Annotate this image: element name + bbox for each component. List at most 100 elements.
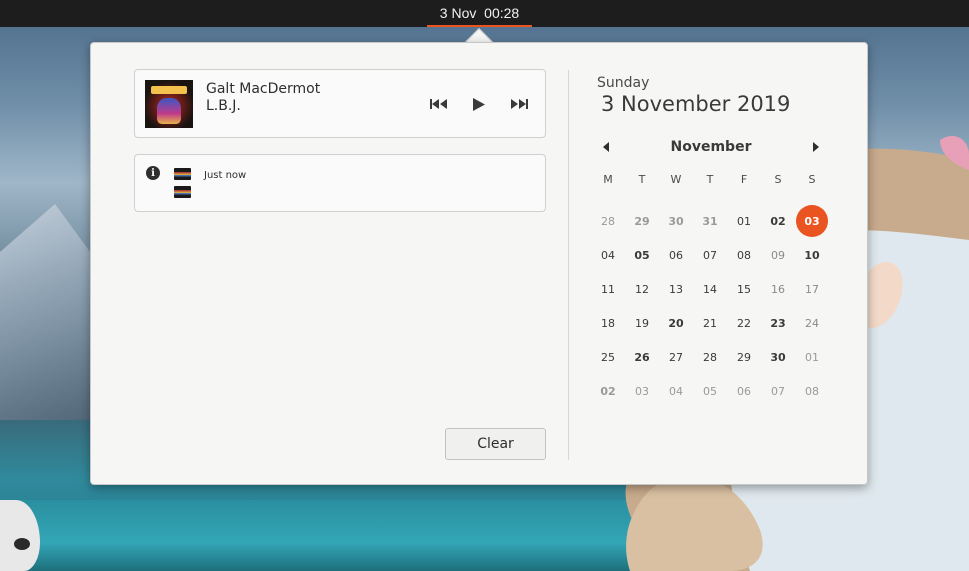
- play-icon: [473, 97, 485, 111]
- calendar-day[interactable]: 19: [625, 306, 659, 340]
- calendar-day[interactable]: 28: [591, 204, 625, 238]
- calendar-day[interactable]: 30: [761, 340, 795, 374]
- calendar-day-number: 13: [669, 282, 683, 296]
- date-menu-popup: Galt MacDermot L.B.J. i Just now Clear S…: [90, 42, 868, 485]
- calendar-day-number: 09: [771, 248, 785, 262]
- clock-gap: [476, 5, 484, 21]
- calendar-day-number: 08: [737, 248, 751, 262]
- calendar-day[interactable]: 22: [727, 306, 761, 340]
- calendar-day[interactable]: 10: [795, 238, 829, 272]
- calendar-day[interactable]: 02: [761, 204, 795, 238]
- media-player-card[interactable]: Galt MacDermot L.B.J.: [134, 69, 546, 138]
- previous-month-button[interactable]: [598, 139, 614, 155]
- calendar-day-today[interactable]: 03: [795, 204, 829, 238]
- calendar-day[interactable]: 14: [693, 272, 727, 306]
- album-art-banner: [151, 86, 187, 94]
- calendar-day-number: 21: [703, 316, 717, 330]
- clear-button[interactable]: Clear: [445, 428, 546, 460]
- skip-next-icon: [511, 99, 528, 109]
- calendar-day[interactable]: 13: [659, 272, 693, 306]
- calendar-day[interactable]: 21: [693, 306, 727, 340]
- calendar-day-number: 25: [601, 350, 615, 364]
- notification-item[interactable]: i Just now: [134, 154, 546, 212]
- calendar-day[interactable]: 08: [795, 374, 829, 408]
- calendar-day[interactable]: 05: [693, 374, 727, 408]
- calendar-day-number: 01: [737, 214, 751, 228]
- month-title: November: [670, 139, 752, 155]
- info-icon: i: [146, 166, 160, 180]
- calendar-day[interactable]: 07: [693, 238, 727, 272]
- calendar-day[interactable]: 16: [761, 272, 795, 306]
- weekday-label: F: [740, 173, 748, 186]
- calendar-day[interactable]: 12: [625, 272, 659, 306]
- calendar-day-number: 12: [635, 282, 649, 296]
- calendar-day-number: 05: [634, 248, 650, 262]
- calendar-day-number: 23: [770, 316, 786, 330]
- calendar-day-number: 30: [770, 350, 786, 364]
- calendar-day-number: 27: [669, 350, 683, 364]
- calendar-day-number: 22: [737, 316, 751, 330]
- calendar-day[interactable]: 17: [795, 272, 829, 306]
- calendar-day[interactable]: 20: [659, 306, 693, 340]
- calendar-day[interactable]: 09: [761, 238, 795, 272]
- calendar-grid: 28 29 30 31 01 02 03 04 05 06 07 08 09 10 11 12 13 14 15 16…: [591, 204, 829, 408]
- calendar-day-number: 17: [805, 282, 819, 296]
- calendar-day[interactable]: 03: [625, 374, 659, 408]
- panel-divider: [568, 70, 569, 460]
- calendar-day[interactable]: 28: [693, 340, 727, 374]
- weekday-header-row: MTWTFSS: [591, 173, 829, 189]
- media-track: L.B.J.: [206, 98, 241, 114]
- calendar-day[interactable]: 04: [659, 374, 693, 408]
- calendar-day[interactable]: 18: [591, 306, 625, 340]
- weekday-label: S: [774, 173, 782, 186]
- calendar-day-number: 15: [737, 282, 751, 296]
- calendar-day[interactable]: 08: [727, 238, 761, 272]
- calendar-day[interactable]: 01: [795, 340, 829, 374]
- calendar-day-number: 01: [805, 350, 819, 364]
- top-bar: 3 Nov 00:28: [0, 0, 969, 27]
- calendar-day[interactable]: 26: [625, 340, 659, 374]
- play-button[interactable]: [468, 94, 490, 114]
- calendar-day[interactable]: 15: [727, 272, 761, 306]
- skip-next-button[interactable]: [508, 94, 530, 114]
- clock-button[interactable]: 3 Nov 00:28: [427, 0, 532, 27]
- clock-date: 3 Nov: [439, 4, 477, 21]
- calendar-day-number: 06: [737, 384, 751, 398]
- calendar-day[interactable]: 25: [591, 340, 625, 374]
- calendar-day[interactable]: 01: [727, 204, 761, 238]
- calendar-day-number: 29: [634, 214, 650, 228]
- album-art-figure: [157, 98, 181, 124]
- calendar-day[interactable]: 11: [591, 272, 625, 306]
- calendar-day[interactable]: 05: [625, 238, 659, 272]
- current-date: 3 November 2019: [601, 92, 791, 116]
- calendar-day-number: 04: [601, 248, 615, 262]
- calendar-day[interactable]: 30: [659, 204, 693, 238]
- calendar-day[interactable]: 06: [727, 374, 761, 408]
- next-month-button[interactable]: [808, 139, 824, 155]
- notification-flag-icon: [174, 186, 191, 198]
- weekday-label: W: [670, 173, 682, 186]
- calendar-day-number: 18: [601, 316, 615, 330]
- skip-previous-button[interactable]: [428, 94, 450, 114]
- calendar-day-number: 04: [669, 384, 683, 398]
- album-art-image: [145, 80, 193, 128]
- calendar-day[interactable]: 29: [727, 340, 761, 374]
- calendar-day-number: 16: [771, 282, 785, 296]
- current-weekday: Sunday: [597, 75, 650, 91]
- calendar-day-number: 28: [601, 214, 615, 228]
- calendar-day[interactable]: 23: [761, 306, 795, 340]
- calendar-day-number: 28: [703, 350, 717, 364]
- calendar-day-number: 14: [703, 282, 717, 296]
- calendar-day[interactable]: 29: [625, 204, 659, 238]
- calendar-day[interactable]: 04: [591, 238, 625, 272]
- calendar-day-number: 24: [805, 316, 819, 330]
- calendar-day[interactable]: 27: [659, 340, 693, 374]
- calendar-day[interactable]: 02: [591, 374, 625, 408]
- calendar-day[interactable]: 06: [659, 238, 693, 272]
- calendar-day-number: 06: [669, 248, 683, 262]
- calendar-day-number: 02: [770, 214, 786, 228]
- calendar-day[interactable]: 07: [761, 374, 795, 408]
- calendar-day[interactable]: 24: [795, 306, 829, 340]
- calendar-day-number: 05: [703, 384, 717, 398]
- calendar-day[interactable]: 31: [693, 204, 727, 238]
